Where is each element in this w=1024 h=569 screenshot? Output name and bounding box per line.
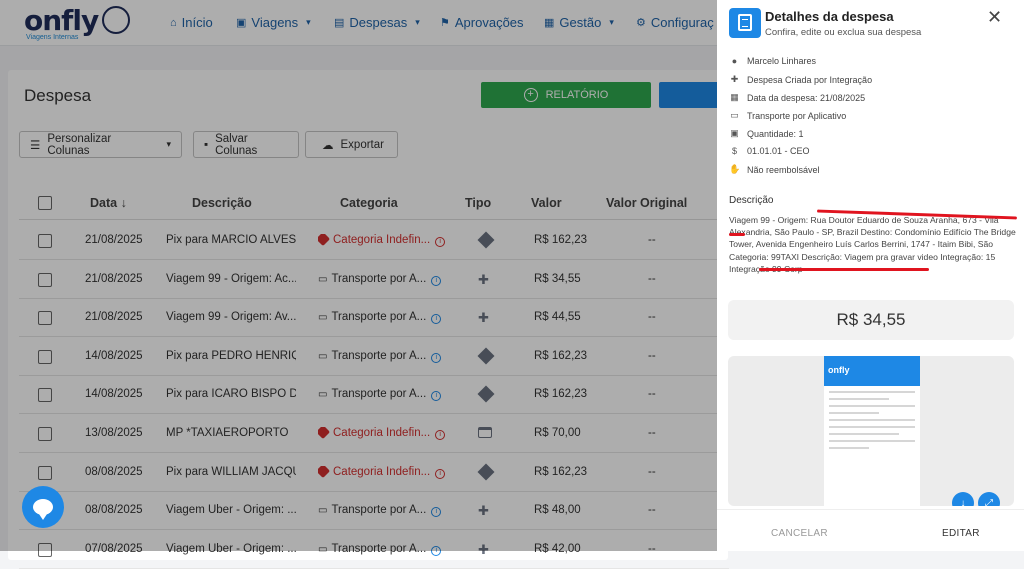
info-text: Não reembolsável — [747, 164, 820, 175]
drawer-footer: CANCELAR EDITAR — [717, 509, 1024, 551]
cancel-button[interactable]: CANCELAR — [771, 528, 828, 539]
expense-details-drawer: Detalhes da despesa Confira, edite ou ex… — [717, 0, 1024, 551]
edit-button[interactable]: EDITAR — [942, 528, 980, 539]
info-user: ● Marcelo Linhares — [729, 56, 816, 66]
info-text: Despesa Criada por Integração — [747, 74, 873, 85]
car-icon: ▭ — [730, 110, 739, 120]
drawer-subtitle: Confira, edite ou exclua sua despesa — [765, 27, 922, 38]
description-label: Descrição — [729, 195, 774, 206]
info-text: Transporte por Aplicativo — [747, 110, 847, 121]
info-category: ▭ Transporte por Aplicativo — [729, 110, 846, 121]
document-icon — [729, 8, 761, 38]
info-origin: ✚ Despesa Criada por Integração — [729, 74, 872, 85]
plug-icon: ✚ — [730, 74, 739, 84]
info-cost-center: $01.01.01 - CEO — [729, 146, 810, 156]
description-text: Viagem 99 - Origem: Rua Doutor Eduardo d… — [729, 215, 1016, 274]
close-icon[interactable]: ✕ — [987, 7, 1002, 28]
info-text: Data da despesa: 21/08/2025 — [747, 92, 866, 103]
chat-icon — [33, 499, 53, 520]
expense-amount: R$ 34,55 — [728, 300, 1014, 340]
dollar-icon: $ — [731, 146, 737, 156]
info-reimbursable: ✋ Não reembolsável — [729, 164, 820, 175]
info-text: Marcelo Linhares — [747, 56, 817, 66]
info-quantity: ▣ Quantidade: 1 — [729, 128, 804, 139]
drawer-title: Detalhes da despesa — [765, 9, 894, 24]
chat-button[interactable] — [22, 486, 64, 528]
info-text: 01.01.01 - CEO — [747, 146, 810, 156]
hand-money-icon: ✋ — [729, 164, 741, 174]
calendar-icon: ▦ — [730, 92, 739, 102]
user-icon: ● — [731, 56, 738, 66]
receipt-preview[interactable]: onfly ↓ ⤢ — [728, 356, 1014, 506]
receipt-image: onfly — [824, 356, 920, 506]
info-text: Quantidade: 1 — [747, 128, 804, 139]
modal-backdrop[interactable] — [0, 0, 717, 551]
download-icon[interactable]: ↓ — [952, 492, 974, 506]
redaction-mark — [729, 233, 745, 236]
quantity-icon: ▣ — [730, 128, 739, 138]
receipt-logo: onfly — [828, 365, 850, 375]
info-date: ▦ Data da despesa: 21/08/2025 — [729, 92, 865, 103]
fullscreen-icon[interactable]: ⤢ — [978, 492, 1000, 506]
redaction-mark — [759, 268, 929, 271]
